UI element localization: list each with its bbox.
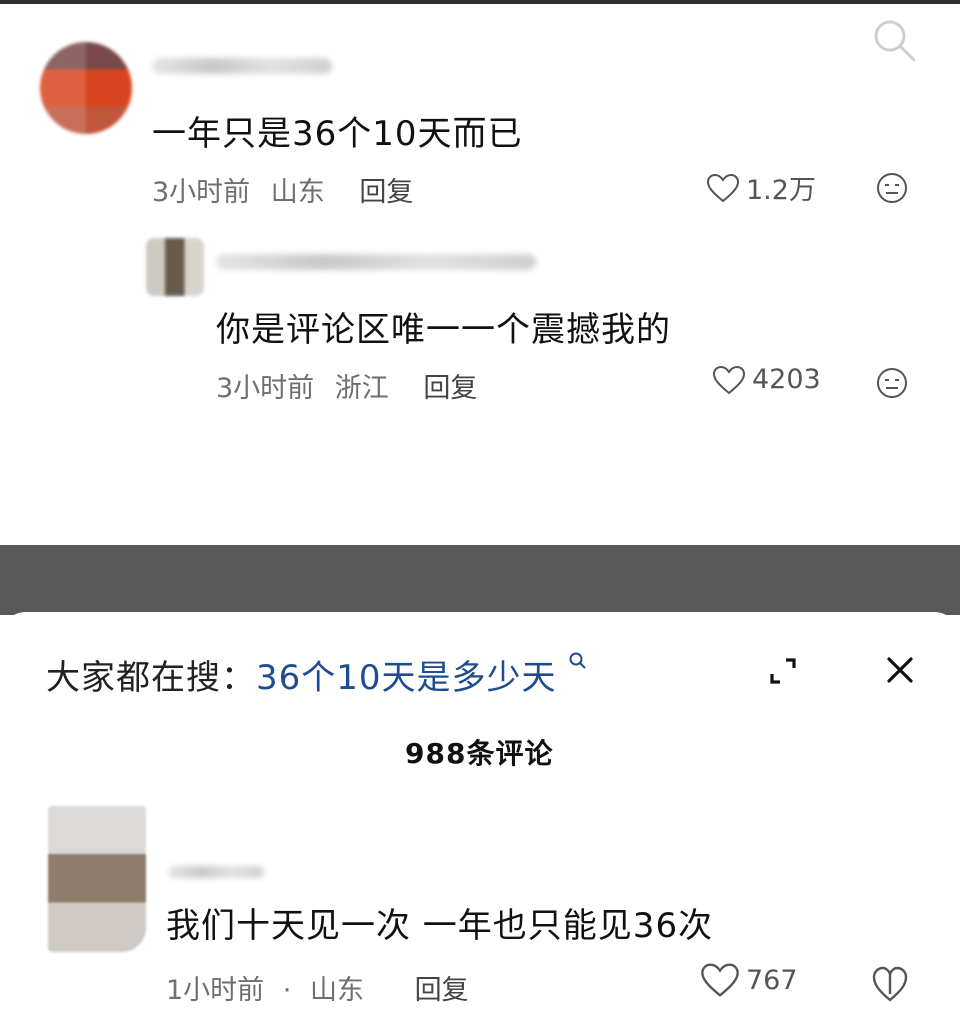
comment-count: 988条评论 <box>405 737 554 770</box>
reply-meta: 3小时前 浙江 回复 <box>216 366 477 405</box>
top-comment-panel <box>0 0 960 545</box>
reply-button[interactable]: 回复 <box>415 975 469 1006</box>
like-count: 767 <box>746 964 798 996</box>
search-icon <box>569 652 587 669</box>
username[interactable] <box>216 254 536 270</box>
comment-meta: 1小时前 · 山东 回复 <box>166 968 469 1007</box>
reply-time: 3小时前 <box>216 373 315 404</box>
comment-location: 山东 <box>309 975 364 1006</box>
like-button[interactable]: 1.2万 <box>706 168 816 207</box>
dislike-icon[interactable] <box>870 964 910 1004</box>
avatar[interactable] <box>40 42 132 134</box>
search-icon[interactable] <box>868 14 920 66</box>
search-prefix: 大家都在搜： <box>46 658 256 698</box>
comment-meta: 3小时前 山东 回复 <box>152 170 413 209</box>
like-button[interactable]: 767 <box>700 962 798 998</box>
expand-icon[interactable] <box>766 654 800 688</box>
like-count: 4203 <box>752 364 821 395</box>
comment-location: 山东 <box>270 177 325 208</box>
avatar[interactable] <box>48 806 146 952</box>
avatar[interactable] <box>146 238 204 296</box>
reply-button[interactable]: 回复 <box>359 177 413 208</box>
search-term[interactable]: 36个10天是多少天 <box>256 658 557 698</box>
comment-text: 一年只是36个10天而已 <box>152 114 523 154</box>
username[interactable] <box>152 58 332 74</box>
emoji-icon[interactable] <box>876 367 908 399</box>
meta-separator: · <box>282 975 292 1006</box>
reply-text: 你是评论区唯一一个震撼我的 <box>216 310 671 350</box>
username[interactable] <box>168 866 264 878</box>
reply-button[interactable]: 回复 <box>423 373 477 404</box>
panel-divider <box>0 545 960 615</box>
heart-icon <box>712 365 746 394</box>
search-suggestion[interactable]: 大家都在搜：36个10天是多少天 <box>46 650 588 699</box>
reply-location: 浙江 <box>334 373 389 404</box>
comment-time: 3小时前 <box>152 177 251 208</box>
comment-time: 1小时前 <box>166 975 265 1006</box>
like-count: 1.2万 <box>746 175 816 206</box>
close-icon[interactable] <box>884 654 916 686</box>
emoji-icon[interactable] <box>876 172 908 204</box>
heart-icon <box>701 963 739 997</box>
comment-text: 我们十天见一次 一年也只能见36次 <box>166 906 714 946</box>
heart-icon <box>706 173 740 202</box>
like-button[interactable]: 4203 <box>712 364 821 395</box>
